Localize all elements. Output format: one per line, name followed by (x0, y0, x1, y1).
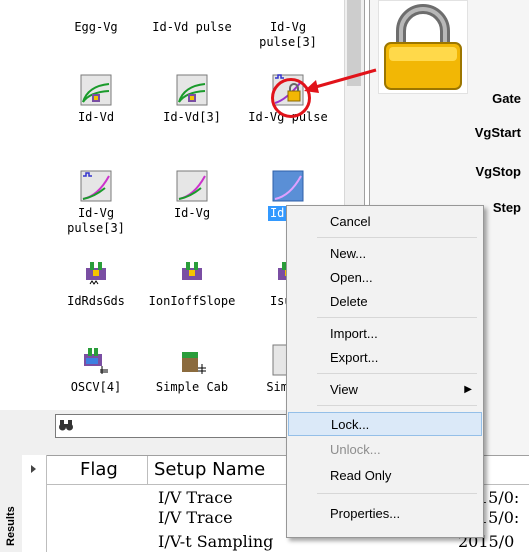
setup-item-label: IdRdsGds (67, 294, 125, 308)
transistor-icon (182, 262, 202, 280)
folder-tree-pane[interactable] (0, 0, 49, 410)
results-tab-label: Results (5, 506, 17, 546)
setup-item-label: Id-Vd pulse (152, 20, 232, 34)
setup-item-label: OSCV[4] (70, 380, 122, 394)
search-input[interactable] (55, 414, 287, 438)
menu-item-export[interactable]: Export... (288, 346, 482, 370)
setup-item-idrdsgds[interactable]: IdRdsGds (48, 258, 144, 309)
menu-item-open[interactable]: Open... (288, 266, 482, 290)
iv-curve-icon (176, 170, 208, 202)
table-row-setup[interactable]: I/V Trace (158, 508, 233, 528)
setup-item-label: IonIoffSlope (148, 294, 236, 308)
menu-separator (317, 317, 477, 318)
setup-item-id-vd3[interactable]: Id-Vd[3] (144, 74, 240, 125)
setup-item-id-vg-pulse3b[interactable]: Id-Vg pulse[3] (48, 170, 144, 236)
menu-separator (317, 237, 477, 238)
setup-item-label: pulse[3] (259, 35, 317, 49)
param-label: VgStop (475, 164, 522, 179)
menu-item-read-only[interactable]: Read Only (288, 464, 482, 488)
lock-callout-icon (378, 0, 468, 94)
table-row-setup[interactable]: I/V-t Sampling (158, 532, 273, 552)
table-row-date[interactable]: 15/0: (478, 508, 519, 528)
menu-item-unlock: Unlock... (330, 442, 381, 457)
menu-item-delete[interactable]: Delete (288, 290, 482, 314)
menu-item-new[interactable]: New... (288, 242, 482, 266)
setup-item-id-vg-pulse3[interactable]: Id-Vg pulse[3] (240, 20, 336, 50)
padlock-icon (384, 4, 462, 90)
setup-item-ionioffslope[interactable]: IonIoffSlope (144, 258, 240, 309)
row-selector-column (22, 455, 47, 552)
setup-item-label: Id-Vg (269, 20, 307, 34)
capacitor-transistor-icon (84, 348, 108, 374)
context-menu: Cancel New... Open... Delete Import... E… (286, 205, 484, 538)
setup-item-simple-cap[interactable]: Simple Cab (144, 344, 240, 395)
highlight-circle (271, 78, 311, 118)
table-row-date[interactable]: 15/0: (478, 488, 519, 508)
setup-item-label: Id-Vg (173, 206, 211, 220)
iv-curve-icon (176, 74, 208, 106)
table-row-setup[interactable]: I/V Trace (158, 488, 233, 508)
callout-arrow-icon (304, 68, 377, 93)
param-label: Gate (492, 91, 521, 106)
menu-separator (317, 493, 477, 494)
setup-item-oscv4[interactable]: OSCV[4] (48, 344, 144, 395)
menu-item-properties[interactable]: Properties... (288, 502, 482, 526)
setup-item-label: Id-Vg (77, 206, 115, 220)
setup-item-label: Simple Cab (155, 380, 229, 394)
menu-item-cancel[interactable]: Cancel (288, 210, 482, 234)
menu-separator (317, 373, 477, 374)
iv-curve-icon (272, 170, 304, 202)
binoculars-icon[interactable] (58, 417, 74, 433)
setup-item-label: pulse[3] (67, 221, 125, 235)
column-header-setup-name[interactable]: Setup Name (148, 456, 288, 484)
capacitor-icon (182, 352, 206, 374)
submenu-arrow-icon: ▶ (464, 384, 472, 395)
setup-item-label: Egg-Vg (74, 20, 118, 34)
param-label: VgStart (474, 125, 521, 140)
setup-item-id-vg[interactable]: Id-Vg (144, 170, 240, 221)
setup-item-id-vd-pulse[interactable]: Id-Vd pulse (144, 20, 240, 35)
expand-arrow-icon[interactable] (22, 455, 46, 483)
menu-separator (317, 405, 477, 406)
setup-item-id-vd[interactable]: Id-Vd (48, 74, 144, 125)
setup-item-egg-vg[interactable]: Egg-Vg (48, 20, 144, 35)
menu-item-view[interactable]: View ▶ (288, 378, 482, 402)
pulse-curve-icon (80, 170, 112, 202)
setup-item-label: Id-Vd[3] (163, 110, 221, 124)
column-header-flag[interactable]: Flag (74, 456, 148, 484)
param-label: Step (492, 200, 521, 215)
iv-curve-icon (80, 74, 112, 106)
menu-item-lock[interactable]: Lock... (288, 412, 482, 436)
menu-item-view-label: View (330, 382, 358, 397)
menu-item-import[interactable]: Import... (288, 322, 482, 346)
transistor-icon (86, 262, 106, 285)
setup-item-label: Id-Vd (77, 110, 115, 124)
